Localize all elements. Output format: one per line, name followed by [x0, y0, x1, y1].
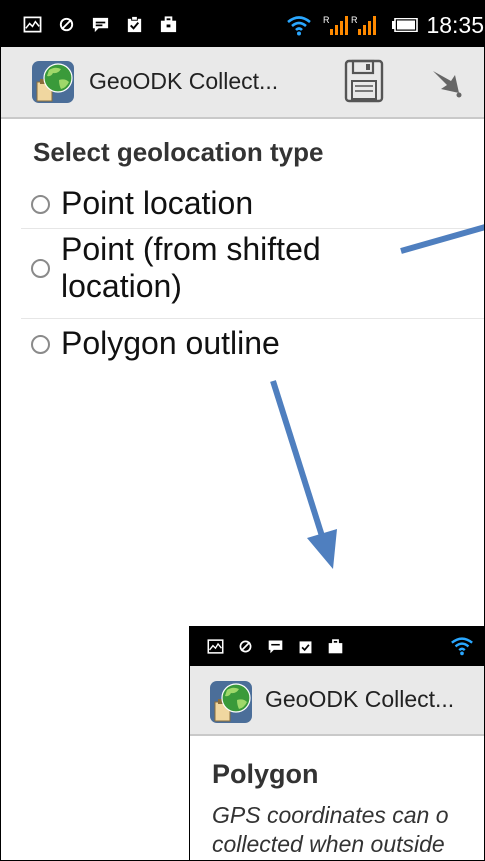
arrowhead-down — [307, 529, 337, 569]
inset-screenshot: GeoODK Collect... Polygon GPS coordinate… — [189, 626, 484, 860]
inset-hint-text: GPS coordinates can o collected when outs… — [212, 801, 449, 859]
option-point-shifted[interactable]: Point (from shifted location) — [21, 229, 484, 319]
clock: 18:35 — [426, 11, 484, 38]
geoodk-globe-icon — [210, 681, 252, 723]
radio-button[interactable] — [31, 335, 50, 354]
radio-button[interactable] — [31, 195, 50, 214]
radio-button[interactable] — [31, 259, 50, 278]
inset-action-bar: GeoODK Collect... — [190, 666, 484, 736]
sync-icon — [239, 640, 252, 653]
option-label: Point (from shifted location) — [61, 231, 321, 305]
forward-icon[interactable] — [429, 67, 465, 99]
message-icon — [268, 640, 283, 654]
gallery-icon — [207, 639, 224, 654]
arrow-line-down — [270, 380, 325, 537]
sync-icon — [59, 17, 74, 32]
inset-notification-icons — [207, 638, 344, 655]
app-title: GeoODK Collect... — [89, 68, 279, 94]
option-label-line1: Point (from shifted — [61, 231, 321, 267]
battery-icon — [392, 18, 419, 32]
notification-icons — [23, 15, 178, 34]
action-bar: GeoODK Collect... — [1, 47, 484, 119]
geoodk-globe-icon[interactable] — [31, 60, 75, 104]
option-label: Polygon outline — [61, 325, 280, 361]
geolocation-options: Point location Point (from shifted locati… — [21, 179, 484, 367]
briefcase-icon — [160, 16, 177, 33]
option-polygon-outline[interactable]: Polygon outline — [21, 319, 484, 367]
wifi-icon — [287, 16, 312, 36]
status-bar: R R 18:35 — [1, 1, 484, 47]
inset-hint-line2: collected when outside — [212, 831, 445, 857]
briefcase-icon — [328, 639, 343, 654]
option-label-line2: location) — [61, 268, 182, 304]
system-icons: R R 18:35 — [286, 9, 484, 41]
save-icon[interactable] — [344, 59, 384, 103]
wifi-icon — [451, 637, 473, 656]
phone-screen: R R 18:35 GeoODK Collect... Select geolo… — [0, 0, 485, 861]
option-label: Point location — [61, 185, 254, 221]
gallery-icon — [23, 16, 42, 33]
svg-text:R: R — [351, 15, 358, 25]
message-icon — [92, 17, 109, 33]
inset-hint-line1: GPS coordinates can o — [212, 802, 449, 828]
inset-status-bar — [190, 626, 484, 666]
clipboard-check-icon — [299, 641, 312, 654]
clipboard-check-icon — [127, 15, 142, 33]
inset-question-heading: Polygon — [212, 759, 319, 789]
inset-app-title: GeoODK Collect... — [265, 686, 455, 712]
question-label: Select geolocation type — [33, 137, 324, 167]
signal-icon: R R — [323, 15, 377, 35]
option-point-location[interactable]: Point location — [21, 179, 484, 229]
svg-text:R: R — [323, 15, 330, 25]
